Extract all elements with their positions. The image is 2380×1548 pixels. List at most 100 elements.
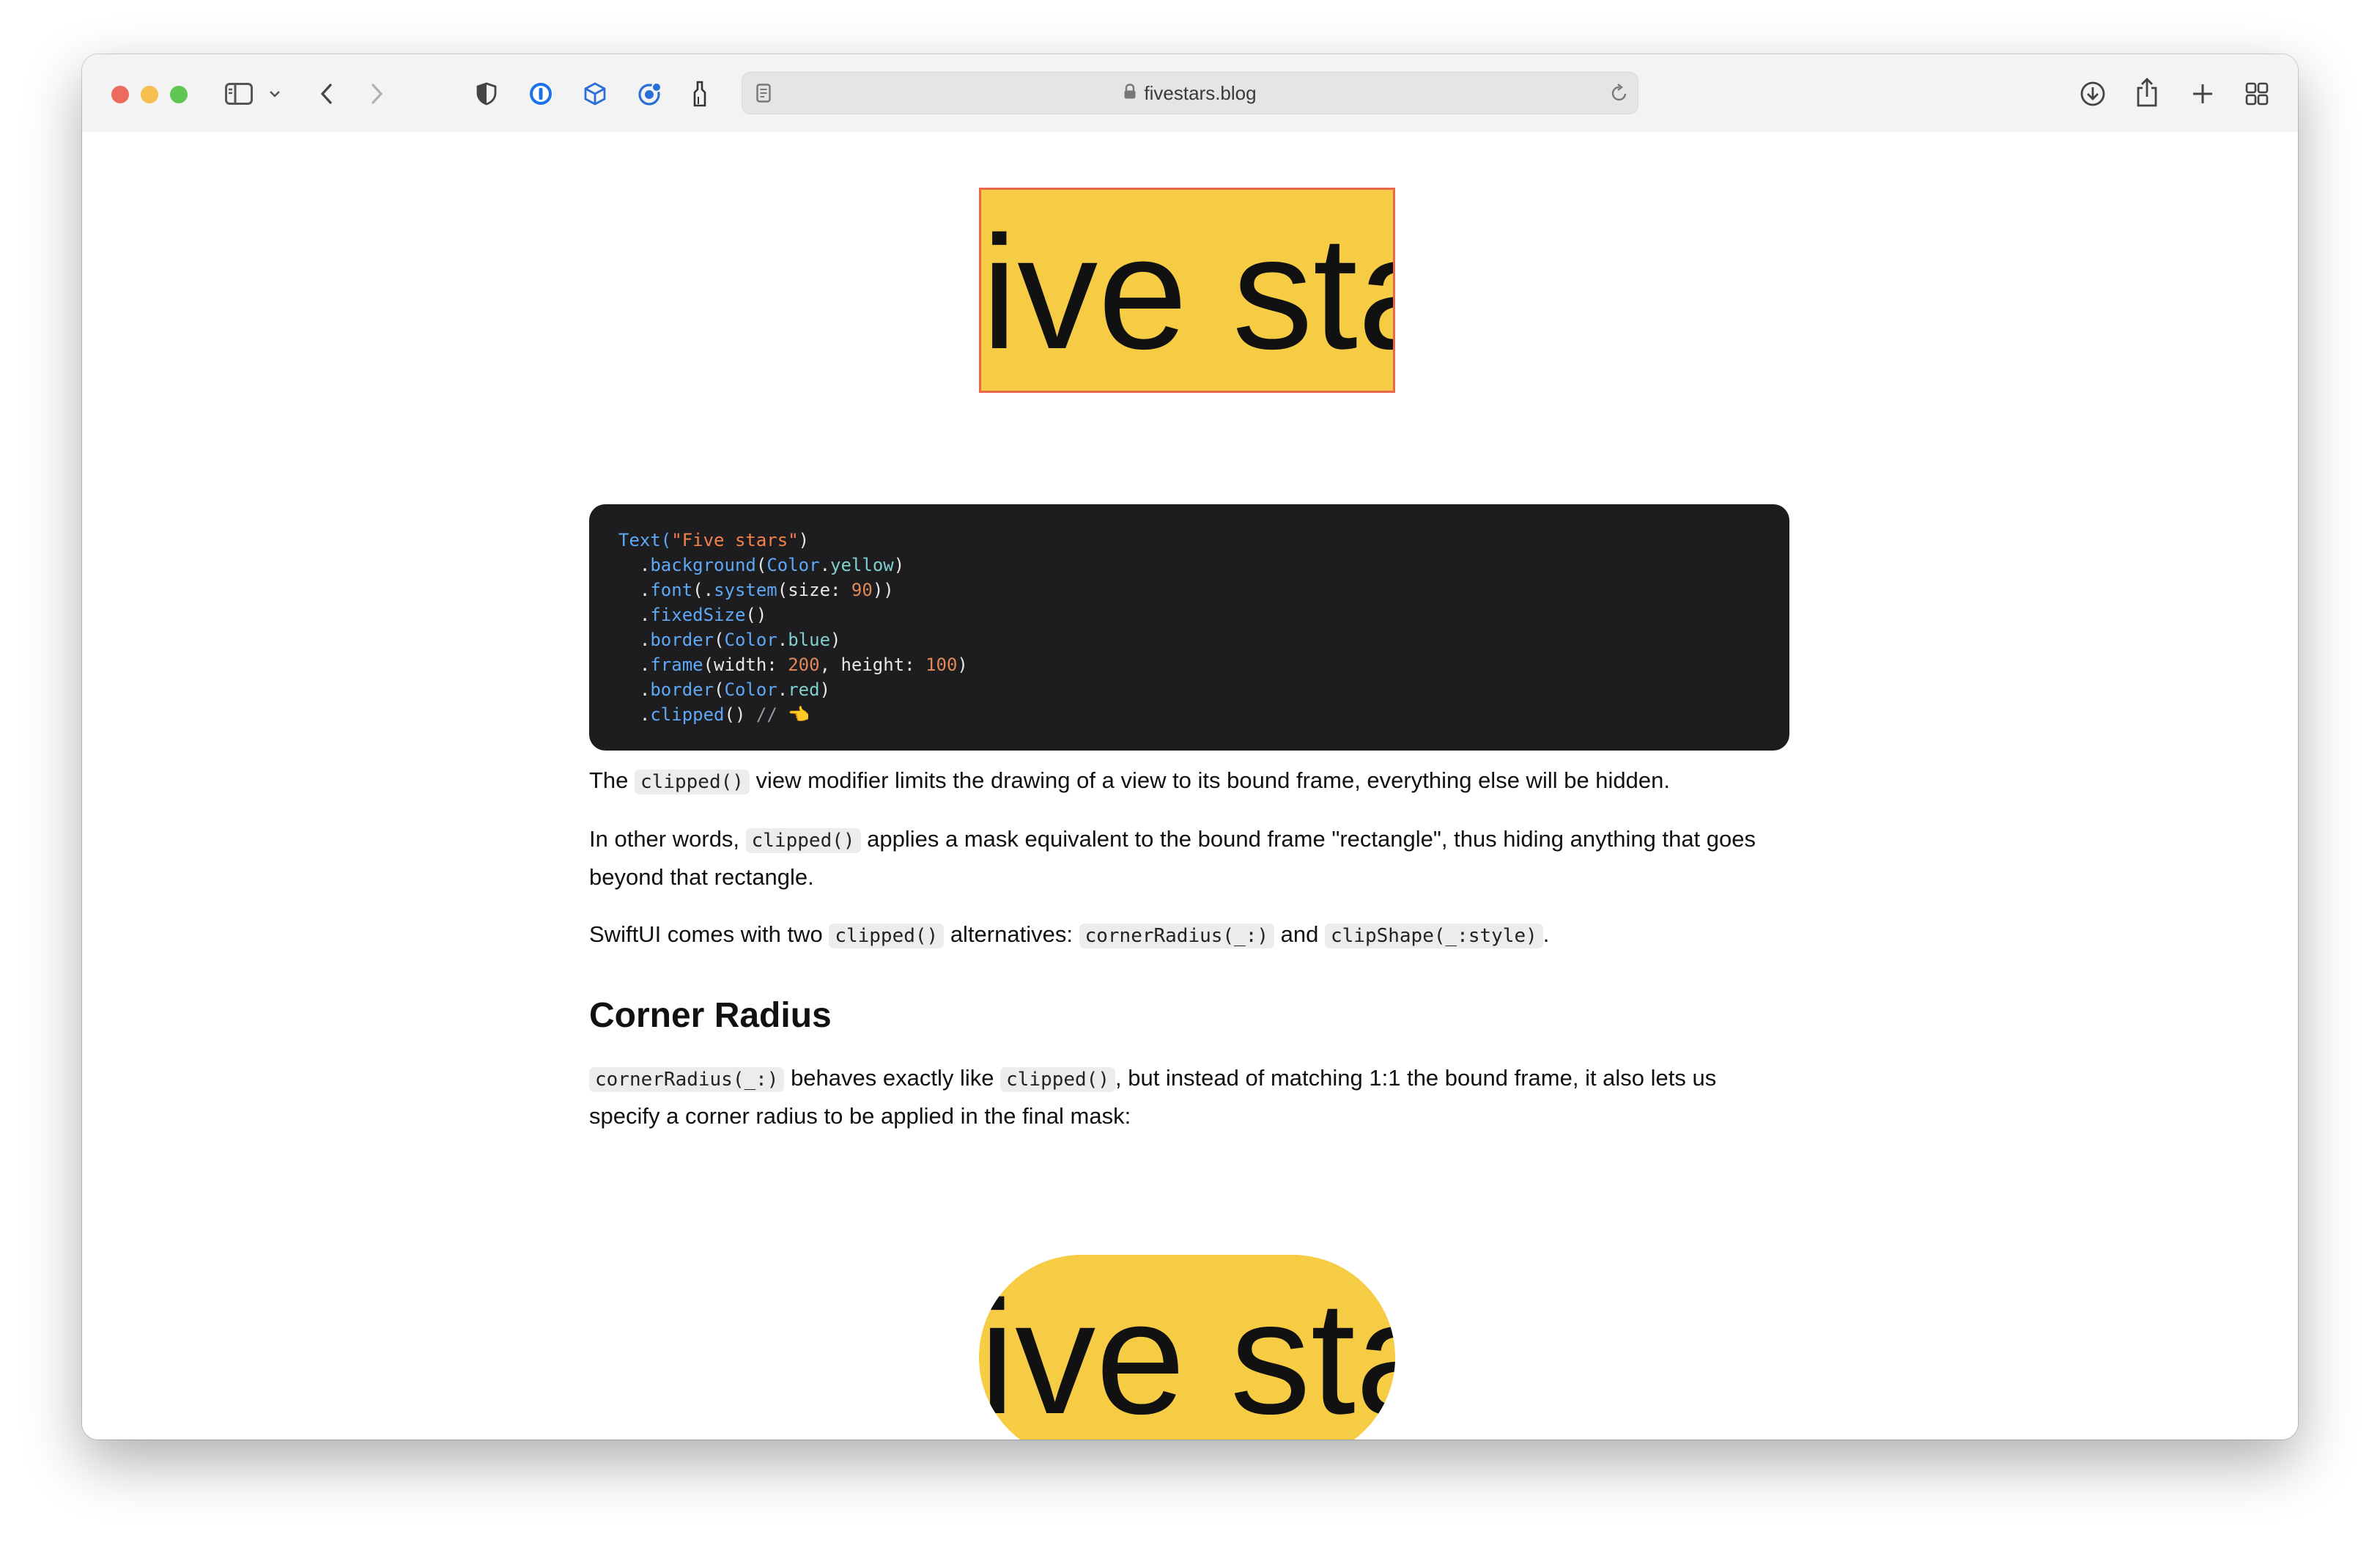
- lock-icon: [1123, 73, 1137, 114]
- paragraph-alternatives: SwiftUI comes with two clipped() alterna…: [589, 916, 1791, 954]
- code-line: .border(Color.blue): [618, 627, 1760, 652]
- code-token: Color: [724, 679, 777, 700]
- code-token: (: [714, 630, 725, 650]
- code-token: border: [650, 679, 714, 700]
- code-token: .: [819, 555, 831, 575]
- code-token: ): [830, 630, 841, 650]
- address-url[interactable]: fivestars.blog: [742, 73, 1638, 114]
- code-token: .: [618, 630, 651, 650]
- code-token: ): [957, 655, 968, 675]
- code-line: .frame(width: 200, height: 100): [618, 652, 1760, 677]
- code-line: .font(.system(size: 90)): [618, 578, 1760, 602]
- paragraph-clipped-intro: The clipped() view modifier limits the d…: [589, 762, 1791, 800]
- code-token: .: [618, 704, 651, 725]
- tab-overview-icon[interactable]: [2242, 79, 2272, 108]
- privacy-shield-icon[interactable]: [473, 81, 500, 107]
- code-token: (: [755, 555, 767, 575]
- clipped-demo-image: Five stars: [979, 188, 1395, 393]
- code-token: (width:: [703, 655, 788, 675]
- code-token: "Five stars": [671, 530, 799, 550]
- code-line: .fixedSize(): [618, 602, 1760, 627]
- code-token: ): [798, 530, 810, 550]
- refresh-badge-extension-icon[interactable]: [636, 81, 662, 107]
- paragraph-text: SwiftUI comes with two: [589, 921, 829, 947]
- corner-radius-demo-text: Five stars: [979, 1267, 1395, 1440]
- paragraph-text: The: [589, 767, 635, 793]
- inline-code: cornerRadius(_:): [589, 1067, 785, 1092]
- code-token: .: [618, 655, 651, 675]
- clipped-demo-text: Five stars: [981, 202, 1393, 383]
- code-token: .: [777, 679, 788, 700]
- code-token: , height:: [819, 655, 926, 675]
- code-line: .background(Color.yellow): [618, 553, 1760, 578]
- code-token: system: [714, 580, 777, 600]
- close-window-button[interactable]: [111, 86, 129, 103]
- code-token: (): [745, 605, 767, 625]
- section-heading: Corner Radius: [589, 996, 832, 1035]
- share-icon[interactable]: [2132, 76, 2162, 108]
- code-lines: Text("Five stars") .background(Color.yel…: [618, 528, 1760, 727]
- code-token: .: [777, 630, 788, 650]
- paragraph-corner-radius: cornerRadius(_:) behaves exactly like cl…: [589, 1060, 1791, 1135]
- code-token: 100: [925, 655, 958, 675]
- paragraph-text: view modifier limits the drawing of a vi…: [749, 767, 1671, 793]
- chevron-down-icon[interactable]: [267, 84, 283, 104]
- inline-code: cornerRadius(_:): [1079, 924, 1275, 948]
- page-content: Five stars Text("Five stars") .backgroun…: [82, 132, 2298, 1440]
- code-line: .border(Color.red): [618, 677, 1760, 702]
- paragraph-text: .: [1542, 921, 1550, 947]
- code-token: blue: [788, 630, 831, 650]
- paragraph-other-words: In other words, clipped() applies a mask…: [589, 821, 1791, 896]
- code-token: frame: [650, 655, 703, 675]
- inline-code: clipped(): [829, 924, 945, 948]
- forward-icon[interactable]: [366, 79, 388, 108]
- inline-code: clipped(): [745, 828, 861, 853]
- sidebar-icon[interactable]: [223, 79, 255, 108]
- url-text: fivestars.blog: [1144, 82, 1257, 104]
- code-token: (): [724, 704, 756, 725]
- back-icon[interactable]: [315, 79, 337, 108]
- code-token: Color: [724, 630, 777, 650]
- code-token: (.: [692, 580, 714, 600]
- code-token: font: [650, 580, 693, 600]
- code-token: background: [650, 555, 756, 575]
- paragraph-text: behaves exactly like: [784, 1065, 1001, 1091]
- box-extension-icon[interactable]: [582, 81, 608, 107]
- browser-toolbar: fivestars.blog: [82, 54, 2298, 133]
- code-token: .: [618, 605, 651, 625]
- code-token: Color: [766, 555, 820, 575]
- code-token: 90: [851, 580, 873, 600]
- sweep-extension-icon[interactable]: [689, 79, 711, 108]
- code-token: ): [819, 679, 831, 700]
- password-manager-icon[interactable]: [528, 81, 554, 107]
- code-token: .: [618, 580, 651, 600]
- code-token: ): [893, 555, 905, 575]
- inline-code: clipped(): [1000, 1067, 1115, 1092]
- address-bar[interactable]: fivestars.blog: [742, 72, 1638, 114]
- code-token: (size:: [777, 580, 851, 600]
- code-line: .clipped() // 👈: [618, 702, 1760, 727]
- code-line: Text("Five stars"): [618, 528, 1760, 553]
- code-token: .: [618, 555, 651, 575]
- code-token: fixedSize: [650, 605, 746, 625]
- download-icon[interactable]: [2078, 79, 2107, 108]
- corner-radius-demo-image: Five stars: [979, 1255, 1395, 1440]
- code-token: Text(: [618, 530, 672, 550]
- code-token: red: [788, 679, 820, 700]
- inline-code: clipShape(_:style): [1324, 924, 1543, 948]
- maximize-window-button[interactable]: [170, 86, 188, 103]
- code-token: )): [872, 580, 894, 600]
- reload-icon[interactable]: [1608, 81, 1630, 105]
- inline-code: clipped(): [635, 770, 750, 795]
- code-token: border: [650, 630, 714, 650]
- paragraph-text: In other words,: [589, 826, 746, 852]
- code-block: Text("Five stars") .background(Color.yel…: [589, 504, 1789, 751]
- minimize-window-button[interactable]: [141, 86, 158, 103]
- code-token: .: [618, 679, 651, 700]
- browser-window: fivestars.blog Five stars Text("Five sta…: [82, 54, 2298, 1440]
- code-token: yellow: [830, 555, 894, 575]
- code-token: (: [714, 679, 725, 700]
- new-tab-icon[interactable]: [2188, 79, 2217, 108]
- paragraph-text: and: [1274, 921, 1325, 947]
- paragraph-text: alternatives:: [944, 921, 1079, 947]
